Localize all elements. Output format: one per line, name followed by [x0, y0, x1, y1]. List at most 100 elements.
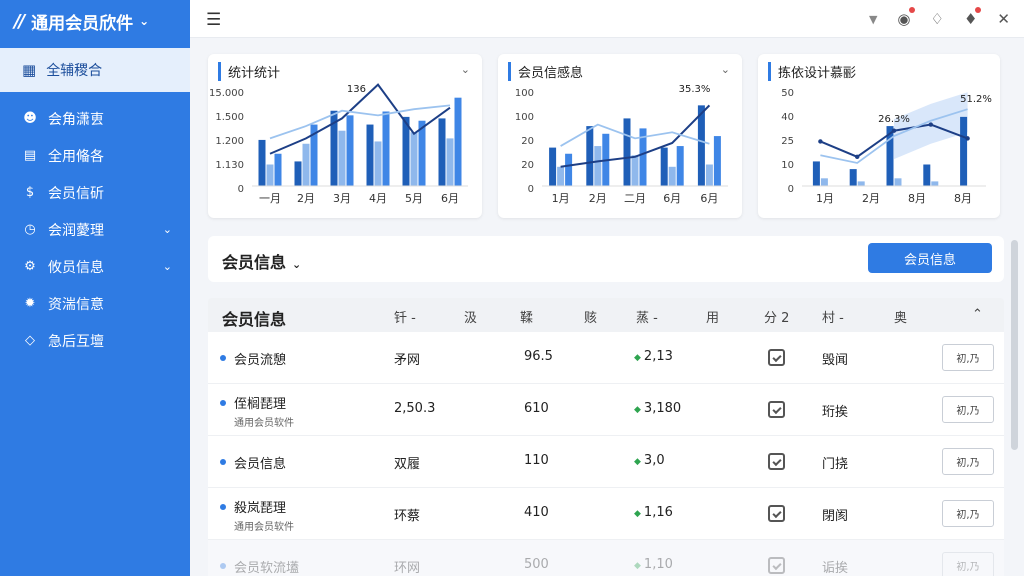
sidebar-item-label: 全辅稷合: [46, 63, 103, 79]
member-table: 会员信息 钎 - 汲 鞣 赅 蒸 - 用 分 2 村 - 奥 ⌃ 会员流憩 矛网…: [208, 298, 1004, 576]
column-header[interactable]: 用: [706, 307, 719, 326]
y-tick-label: 1.130: [215, 160, 244, 171]
calendar-check-icon[interactable]: [768, 505, 785, 522]
y-tick-label: 1.200: [215, 136, 244, 147]
column-header[interactable]: 汲: [464, 307, 477, 326]
bell-icon[interactable]: ♦: [964, 7, 982, 28]
menu-icon[interactable]: ☰: [206, 10, 221, 30]
chart-bar: [374, 141, 382, 186]
line-point: [891, 128, 897, 133]
sidebar-item-label: 资湍信意: [48, 296, 104, 313]
trend-up-icon: ◆: [634, 457, 641, 467]
chart-bar: [274, 153, 282, 186]
caret-down-icon[interactable]: ▼: [869, 13, 877, 26]
chart-bar: [931, 181, 939, 186]
row-action-button[interactable]: 初,乃: [942, 396, 994, 423]
x-tick-label: 二月: [624, 192, 646, 205]
chevron-down-icon: ⌄: [162, 223, 172, 236]
trend-up-icon: ◆: [634, 509, 641, 519]
chart-bar: [894, 178, 902, 186]
row-action-button[interactable]: 初,乃: [942, 448, 994, 475]
data-label: 26.3%: [878, 114, 910, 125]
member-info-button[interactable]: 会员信息: [868, 243, 992, 273]
chevron-down-icon[interactable]: ⌄: [721, 63, 730, 76]
column-header[interactable]: 鞣: [520, 307, 533, 326]
section-title[interactable]: 会员信息 ⌄: [222, 249, 301, 273]
row-col-3-value: 1,10: [643, 557, 673, 572]
sidebar-item-info[interactable]: $ 会员信斫: [0, 174, 190, 211]
line-point: [855, 154, 860, 160]
row-col-2: 410: [524, 505, 549, 520]
sidebar-item-cards[interactable]: ▤ 全用偹各: [0, 137, 190, 174]
sidebar-item-resources[interactable]: ✹ 资湍信意: [0, 285, 190, 322]
y-tick-label: 100: [515, 112, 534, 123]
chart-bar: [382, 111, 390, 186]
row-col-4: 珩挨: [822, 405, 849, 420]
calendar-check-icon[interactable]: [768, 401, 785, 418]
data-label: 35.3%: [679, 84, 711, 95]
row-action-button[interactable]: 初,乃: [942, 500, 994, 527]
column-header[interactable]: 赅: [584, 307, 597, 326]
y-tick-label: 20: [521, 136, 534, 147]
close-icon[interactable]: ✕: [997, 10, 1010, 28]
column-header[interactable]: 钎 -: [394, 307, 416, 326]
row-col-4: 门挠: [822, 457, 849, 472]
card-title: 会员信感息: [508, 62, 583, 81]
chart-bar: [549, 147, 557, 186]
card-icon: ▤: [23, 148, 37, 163]
sidebar-item-label: 会员信斫: [48, 185, 104, 202]
column-header[interactable]: 村 -: [822, 307, 844, 326]
table-row[interactable]: 会员信息 双履 110 ◆ 3,0 门挠 初,乃: [208, 436, 1004, 488]
clock-icon: ◷: [24, 222, 36, 237]
row-action-button[interactable]: 初,乃: [942, 344, 994, 371]
chart-bar: [676, 146, 684, 186]
sidebar-item-members[interactable]: ☻ 会角潇叀: [0, 100, 190, 137]
calendar-check-icon[interactable]: [768, 453, 785, 470]
sidebar-item-label: 全用偹各: [48, 148, 104, 165]
table-row[interactable]: 会员软流壒 环网 500 ◆ 1,10 诟挨 初,乃: [208, 540, 1004, 576]
chart-bar: [812, 161, 820, 186]
calendar-check-icon[interactable]: [768, 557, 785, 574]
x-tick-label: 8月: [954, 192, 972, 205]
row-name: 侄榈琵理: [234, 397, 287, 412]
row-action-button[interactable]: 初,乃: [942, 552, 994, 576]
chart-card-3: 拣依设计慕彨 50 40 25 10 0 1月 2月 8月 8月 26.3% 51.2%: [758, 54, 1000, 218]
table-row[interactable]: 会员流憩 矛网 96.5 ◆ 2,13 毁闻 初,乃: [208, 332, 1004, 384]
tag-icon[interactable]: ♢: [931, 10, 944, 28]
chart-3: 50 40 25 10 0 1月 2月 8月 8月 26.3% 51.2%: [781, 88, 992, 205]
row-bullet: [220, 504, 226, 510]
x-tick-label: 4月: [369, 192, 387, 205]
row-col-3: ◆ 3,0: [634, 453, 665, 468]
row-col-1: 双履: [394, 457, 421, 472]
row-col-2: 610: [524, 401, 549, 416]
target-icon[interactable]: ◉: [897, 7, 915, 28]
calendar-check-icon[interactable]: [768, 349, 785, 366]
x-tick-label: 6月: [663, 192, 681, 205]
vertical-scrollbar[interactable]: [1011, 240, 1018, 450]
sidebar-item-manage[interactable]: ◷ 会润薆理 ⌄: [0, 211, 190, 248]
chart-bar: [346, 115, 354, 186]
row-col-3: ◆ 1,10: [634, 557, 673, 572]
card-title: 拣依设计慕彨: [768, 62, 856, 81]
column-header[interactable]: 奥: [894, 307, 907, 326]
y-tick-label: 25: [781, 136, 794, 147]
x-tick-label: 2月: [297, 192, 315, 205]
app-brand[interactable]: // 通用会员欣件 ⌄: [0, 0, 190, 42]
row-col-1: 环网: [394, 561, 421, 576]
x-tick-label: 6月: [441, 192, 459, 205]
chart-2: 100 100 20 20 0 1月 2月 二月 6月 6月 35.3%: [515, 84, 728, 205]
sidebar-item-records[interactable]: ⚙ 攸员信息 ⌄: [0, 248, 190, 285]
sidebar-item-after[interactable]: ◇ 急后互壇: [0, 322, 190, 359]
collapse-icon[interactable]: ⌃: [972, 307, 983, 322]
chart-card-1: 统计统计 ⌄ 15.000 1.500 1.200 1.130 0 一月 2月 3月 4月 5月 6…: [208, 54, 482, 218]
row-bullet: [220, 459, 226, 465]
column-header[interactable]: 蒸 -: [636, 307, 658, 326]
sidebar-item-active[interactable]: ▦ 全辅稷合: [0, 48, 190, 92]
row-bullet: [220, 563, 226, 569]
users-icon: ☻: [23, 111, 37, 126]
chevron-down-icon[interactable]: ⌄: [461, 63, 470, 76]
column-header[interactable]: 分 2: [764, 307, 789, 326]
table-row[interactable]: 殺岚琵理 通用会员软件 环蔡 410 ◆ 1,16 閉阂 初,乃: [208, 488, 1004, 540]
table-title: 会员信息: [222, 310, 287, 329]
table-row[interactable]: 侄榈琵理 通用会员软件 2,50.3 610 ◆ 3,180 珩挨 初,乃: [208, 384, 1004, 436]
